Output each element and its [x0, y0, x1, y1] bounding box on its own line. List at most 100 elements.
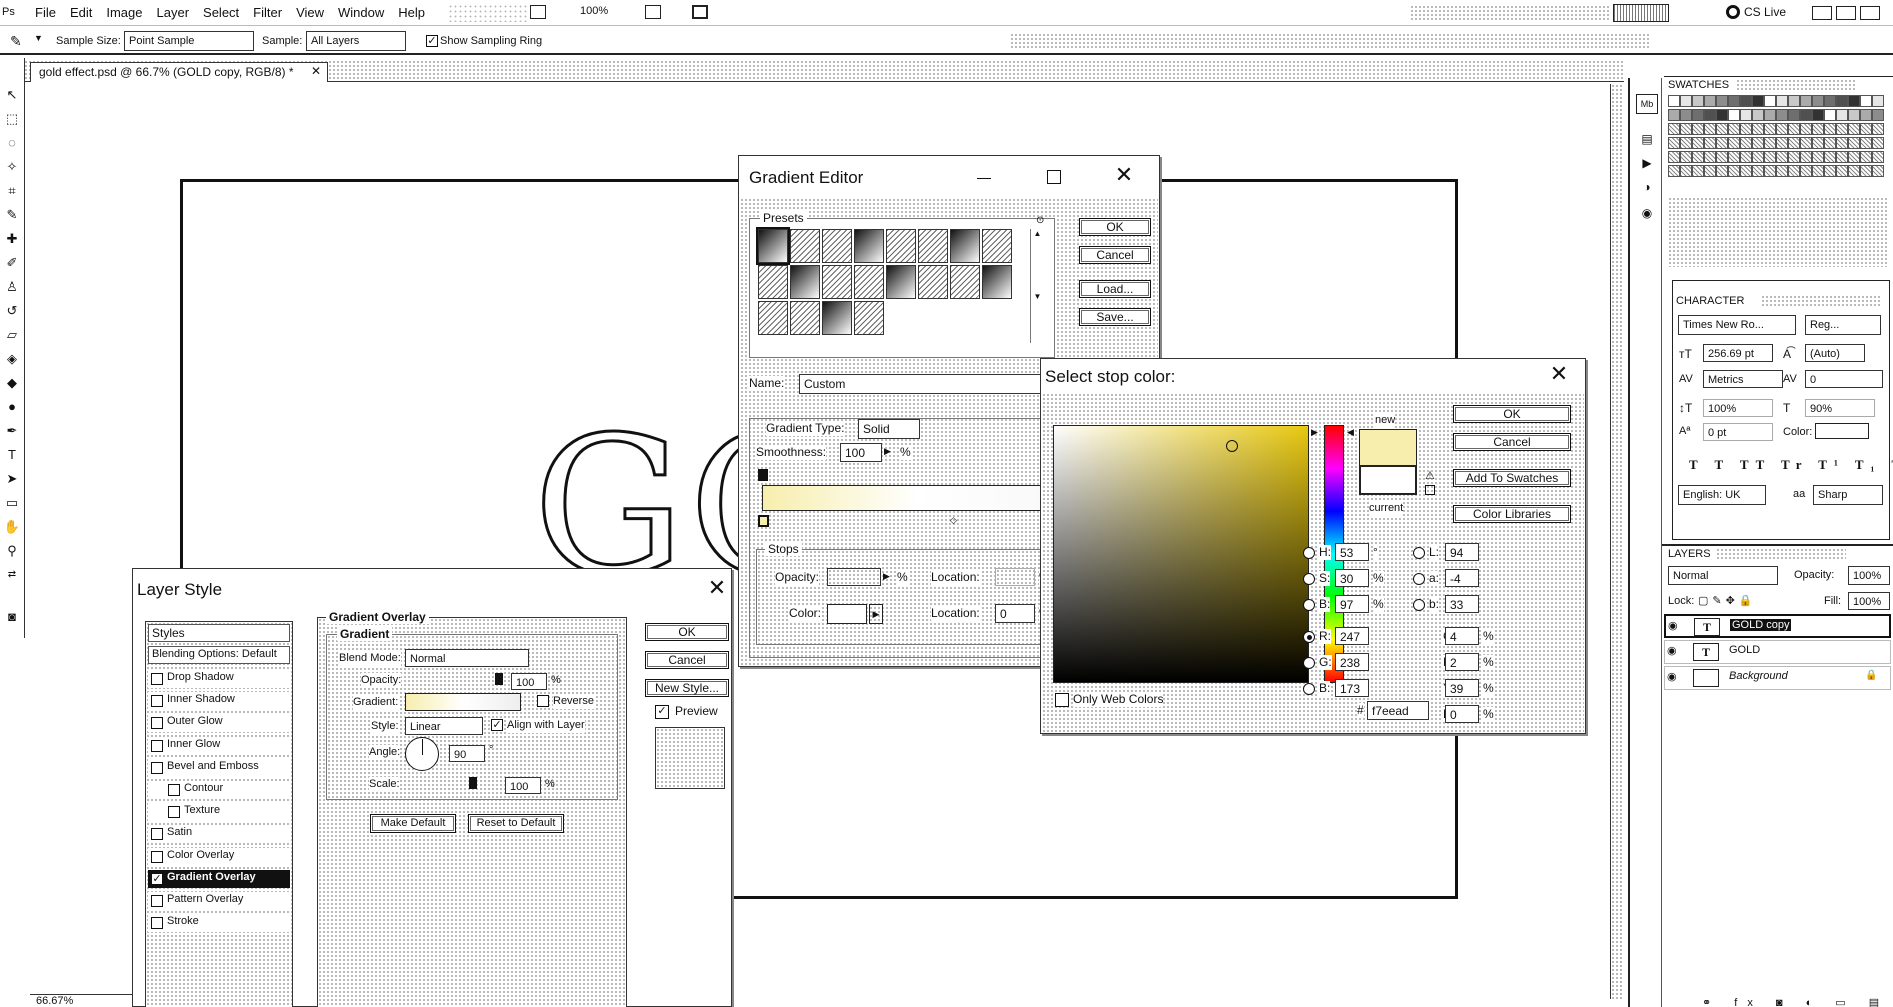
swatch[interactable]	[1728, 151, 1740, 163]
swatch[interactable]	[1668, 109, 1680, 121]
font-style-select[interactable]: Reg...	[1805, 315, 1881, 335]
gradient-preset[interactable]	[886, 265, 916, 299]
language-select[interactable]: English: UK	[1678, 485, 1766, 505]
style-item-checkbox[interactable]	[151, 917, 163, 930]
layer-row[interactable]: ◉ Background 🔒	[1664, 666, 1891, 690]
swatch[interactable]	[1848, 95, 1860, 107]
swatch[interactable]	[1728, 137, 1740, 149]
ge-cancel-button[interactable]: Cancel	[1079, 246, 1151, 264]
style-item-color-overlay[interactable]: Color Overlay	[148, 847, 290, 866]
kerning-select[interactable]: Metrics	[1703, 370, 1783, 388]
gradient-preset[interactable]	[790, 229, 820, 263]
swatch[interactable]	[1716, 165, 1728, 177]
styles-header[interactable]: Styles	[148, 624, 290, 642]
style-item-texture[interactable]: Texture	[148, 803, 290, 822]
swatch[interactable]	[1692, 109, 1704, 121]
field-input-l[interactable]: 94	[1445, 543, 1479, 561]
gradient-preset[interactable]	[756, 227, 790, 265]
swatch[interactable]	[1836, 151, 1848, 163]
style-item-gradient-overlay[interactable]: ✓ Gradient Overlay	[148, 869, 290, 888]
ge-save-button[interactable]: Save...	[1079, 308, 1151, 326]
gradient-preset[interactable]	[950, 229, 980, 263]
essentials-button[interactable]	[1613, 4, 1669, 22]
swatch[interactable]	[1800, 137, 1812, 149]
style-item-checkbox[interactable]	[151, 761, 163, 774]
swatch[interactable]	[1680, 137, 1692, 149]
swatch[interactable]	[1740, 137, 1752, 149]
swatch[interactable]	[1800, 151, 1812, 163]
style-item-drop-shadow[interactable]: Drop Shadow	[148, 670, 290, 688]
sampling-ring-checkbox[interactable]: ✓	[426, 35, 438, 47]
opacity-input[interactable]: 100	[511, 673, 547, 690]
swatch[interactable]	[1740, 165, 1752, 177]
field-input-b[interactable]: 33	[1445, 595, 1479, 613]
preview-checkbox[interactable]: ✓	[655, 705, 669, 719]
style-item-checkbox[interactable]	[151, 895, 163, 907]
swatch[interactable]	[1740, 151, 1752, 163]
style-item-checkbox[interactable]	[168, 784, 180, 796]
swatch[interactable]	[1812, 95, 1824, 107]
crop-tool-icon[interactable]: ⌗	[3, 182, 21, 200]
swatch[interactable]	[1728, 95, 1740, 107]
swatch[interactable]	[1848, 151, 1860, 163]
gradient-preset[interactable]	[758, 265, 788, 299]
field-input-r[interactable]: 247	[1335, 627, 1369, 645]
swatch[interactable]	[1836, 137, 1848, 149]
swatch[interactable]	[1812, 151, 1824, 163]
style-item-checkbox[interactable]	[151, 695, 163, 708]
style-dropdown[interactable]: Linear	[405, 717, 483, 735]
smoothness-arrow[interactable]: ▶	[884, 446, 891, 457]
blending-options-item[interactable]: Blending Options: Default	[148, 646, 290, 664]
gradient-preset[interactable]	[886, 229, 916, 263]
swatch[interactable]	[1752, 109, 1764, 121]
navigator-icon[interactable]: ◑	[1636, 180, 1658, 198]
actions-icon[interactable]: ▶	[1636, 156, 1658, 176]
close-app-icon[interactable]	[1860, 6, 1880, 20]
swatch[interactable]	[1704, 95, 1716, 107]
style-item-stroke[interactable]: Stroke	[148, 914, 290, 933]
swatch[interactable]	[1764, 95, 1776, 107]
field-input-b2[interactable]: 173	[1335, 679, 1369, 697]
swatch[interactable]	[1848, 109, 1860, 121]
history-brush-tool-icon[interactable]: ↺	[3, 302, 21, 320]
lasso-tool-icon[interactable]: ◌	[3, 134, 21, 152]
make-default-button[interactable]: Make Default	[370, 814, 456, 833]
swatch[interactable]	[1764, 137, 1776, 149]
menu-help[interactable]: Help	[391, 0, 432, 26]
color-field[interactable]	[1053, 425, 1309, 683]
eraser-tool-icon[interactable]: ▱	[3, 326, 21, 344]
blur-tool-icon[interactable]: ◆	[3, 374, 21, 392]
gradient-preset[interactable]	[758, 301, 788, 335]
zoom-tool-icon[interactable]: ⚲	[3, 542, 21, 560]
style-item-checkbox[interactable]: ✓	[151, 872, 163, 885]
gradient-preset[interactable]	[790, 265, 820, 299]
color-location-input[interactable]: 0	[995, 604, 1035, 623]
color-mode-radio[interactable]	[1303, 547, 1315, 559]
swatch[interactable]	[1872, 151, 1884, 163]
tracking-select[interactable]: 0	[1805, 370, 1883, 388]
swatch[interactable]	[1692, 151, 1704, 163]
gradient-editor-close-icon[interactable]: ✕	[1114, 164, 1134, 186]
menu-window[interactable]: Window	[331, 0, 391, 26]
hue-slider-arrow-right[interactable]: ◀	[1347, 427, 1354, 438]
swatch[interactable]	[1848, 165, 1860, 177]
camera-icon[interactable]: ◉	[1636, 206, 1658, 224]
horizontal-scale-input[interactable]: 90%	[1805, 399, 1875, 417]
layer-style-ok-button[interactable]: OK	[645, 623, 729, 641]
color-mode-radio[interactable]	[1413, 547, 1425, 559]
swatch[interactable]	[1692, 123, 1704, 135]
swatch[interactable]	[1812, 165, 1824, 177]
sample-size-select[interactable]: Point Sample	[124, 31, 254, 51]
layer-style-cancel-button[interactable]: Cancel	[645, 651, 729, 669]
hex-input[interactable]: f7eead	[1367, 701, 1429, 720]
midpoint-diamond[interactable]: ◇	[950, 515, 957, 526]
color-mode-radio[interactable]	[1303, 599, 1315, 611]
swatch[interactable]	[1704, 137, 1716, 149]
swatch[interactable]	[1728, 109, 1740, 121]
swatch[interactable]	[1740, 109, 1752, 121]
swatch[interactable]	[1788, 109, 1800, 121]
style-item-pattern-overlay[interactable]: Pattern Overlay	[148, 892, 290, 910]
style-item-outer-glow[interactable]: Outer Glow	[148, 714, 290, 733]
field-input-m[interactable]: 2	[1445, 653, 1479, 671]
field-input-c[interactable]: 4	[1445, 627, 1479, 645]
